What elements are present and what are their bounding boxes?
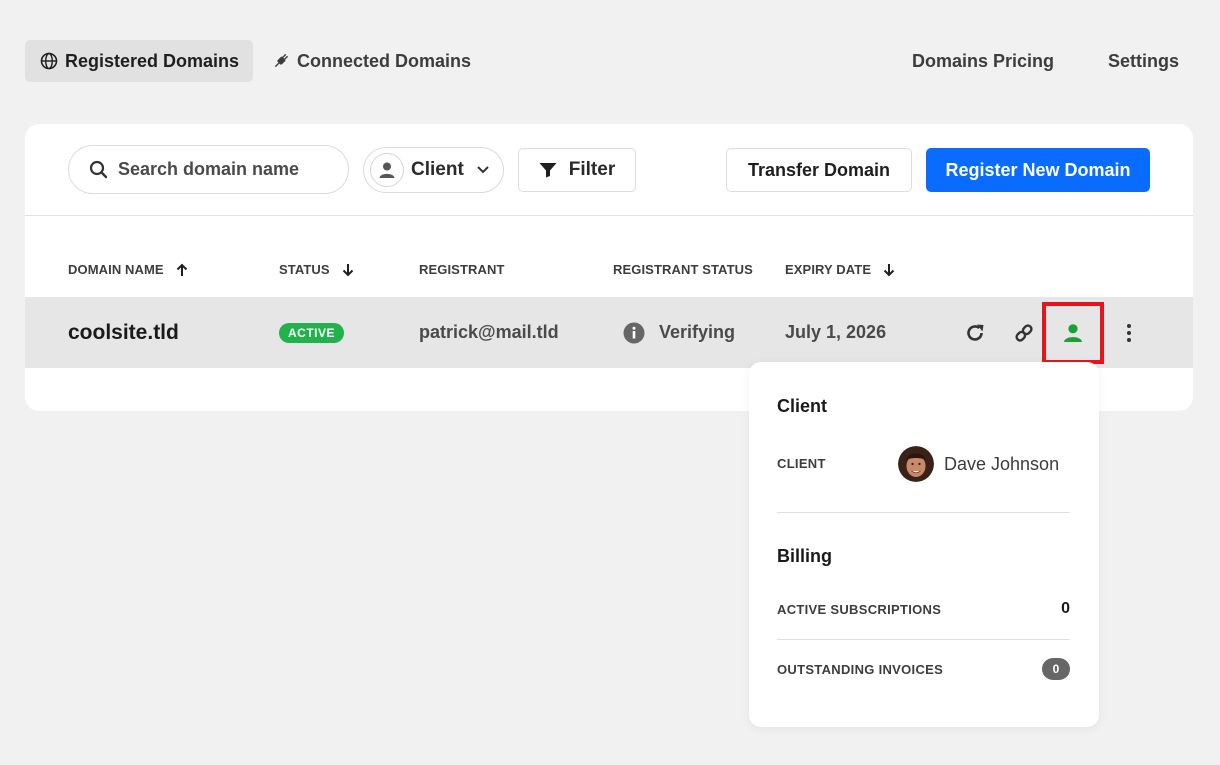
sort-arrow-up-icon: [176, 263, 188, 277]
link-button[interactable]: [1012, 297, 1036, 368]
header-domain-name[interactable]: DOMAIN NAME: [68, 262, 188, 277]
status-badge: ACTIVE: [279, 322, 345, 343]
register-new-domain-button[interactable]: Register New Domain: [926, 148, 1150, 192]
search-box[interactable]: [68, 145, 349, 194]
header-registrant-status: REGISTRANT STATUS: [613, 262, 753, 277]
header-expiry-date[interactable]: EXPIRY DATE: [785, 262, 895, 277]
more-options-button[interactable]: [1119, 297, 1139, 368]
globe-icon: [39, 51, 59, 71]
header-status[interactable]: STATUS: [279, 262, 354, 277]
more-vertical-icon: [1126, 323, 1132, 343]
status-cell: ACTIVE: [279, 297, 345, 368]
transfer-domain-button[interactable]: Transfer Domain: [726, 148, 912, 192]
link-icon: [1013, 322, 1035, 344]
top-nav: Registered Domains Connected Domains Dom…: [25, 40, 1179, 82]
active-subscriptions-value: 0: [1061, 600, 1070, 617]
popover-billing-title: Billing: [777, 546, 832, 566]
tab-label: Registered Domains: [65, 50, 240, 71]
tab-connected-domains[interactable]: Connected Domains: [271, 40, 471, 82]
popover-client-label: CLIENT: [777, 456, 826, 471]
divider: [777, 639, 1070, 640]
header-registrant: REGISTRANT: [419, 262, 505, 277]
client-select-label: Client: [411, 159, 464, 180]
client-name: Dave Johnson: [944, 453, 1060, 474]
sort-arrow-down-icon: [342, 263, 354, 277]
user-icon: [1062, 322, 1084, 344]
client-info-button[interactable]: [1042, 302, 1104, 364]
filter-button[interactable]: Filter: [518, 148, 636, 192]
client-popover: Client CLIENT Dave Johnson Billing ACTIV…: [749, 362, 1099, 727]
tab-label: Connected Domains: [297, 50, 472, 71]
filter-icon: [539, 162, 557, 178]
toolbar: Client Filter Transfer Domain Register N…: [25, 124, 1193, 216]
outstanding-invoices-label: OUTSTANDING INVOICES: [777, 662, 944, 677]
expiry-date: July 1, 2026: [785, 322, 887, 342]
filter-label: Filter: [568, 159, 616, 180]
client-select[interactable]: Client: [363, 147, 504, 193]
chevron-down-icon: [476, 165, 490, 175]
domains-pricing-link[interactable]: Domains Pricing: [912, 40, 1054, 82]
popover-client-value[interactable]: Dave Johnson: [898, 446, 1059, 482]
avatar: [898, 446, 934, 482]
sort-arrow-down-icon: [883, 263, 895, 277]
search-icon: [89, 160, 108, 179]
popover-client-title: Client: [777, 396, 828, 416]
user-icon: [370, 153, 404, 187]
table-row[interactable]: coolsite.tld ACTIVE patrick@mail.tld Ver…: [25, 297, 1193, 368]
registrant-email: patrick@mail.tld: [419, 322, 559, 342]
settings-link[interactable]: Settings: [1108, 40, 1179, 82]
plug-icon: [271, 51, 291, 71]
refresh-icon: [964, 322, 986, 344]
outstanding-invoices-badge: 0: [1042, 658, 1070, 680]
registrant-status-cell: Verifying: [623, 297, 735, 368]
search-input[interactable]: [118, 159, 338, 180]
tab-registered-domains[interactable]: Registered Domains: [25, 40, 254, 82]
refresh-button[interactable]: [963, 297, 987, 368]
divider: [777, 512, 1070, 513]
info-icon: [623, 322, 645, 344]
active-subscriptions-label: ACTIVE SUBSCRIPTIONS: [777, 602, 942, 617]
registrant-status-text: Verifying: [659, 322, 736, 342]
domain-name[interactable]: coolsite.tld: [68, 297, 179, 368]
